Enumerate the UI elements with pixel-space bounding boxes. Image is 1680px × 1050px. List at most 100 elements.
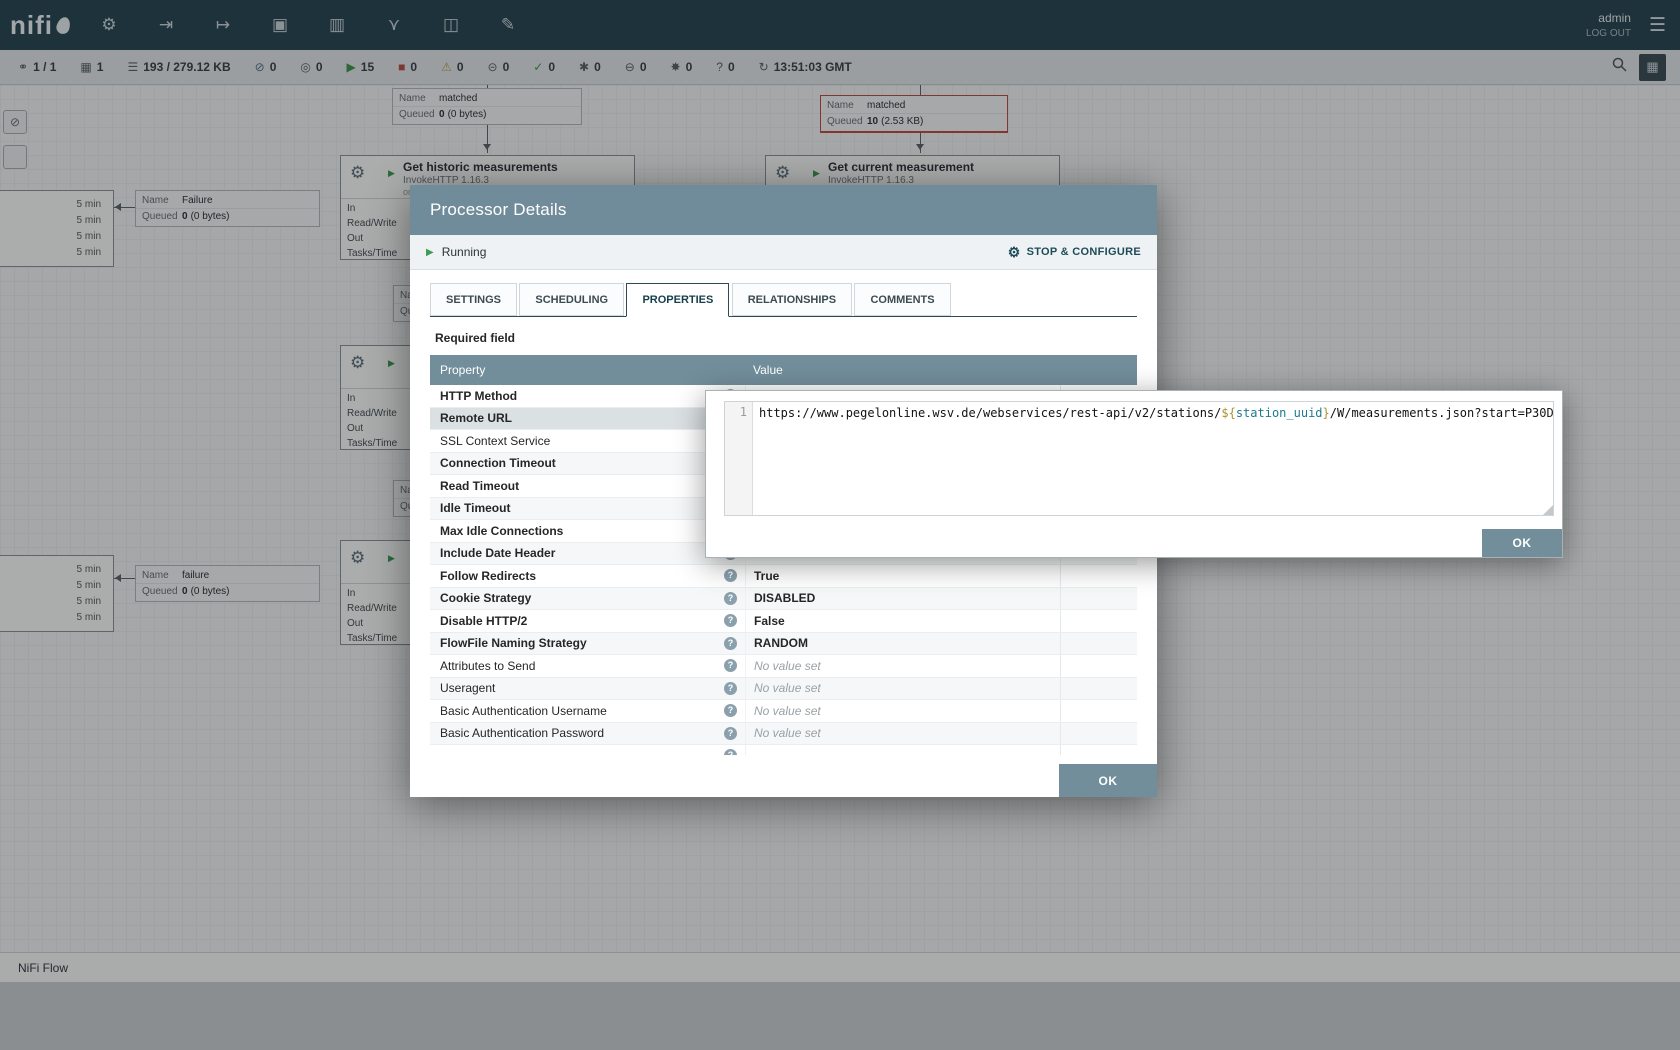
el-open-bracket: ${	[1221, 406, 1235, 420]
property-name: Remote URL	[440, 411, 512, 425]
editor-ok-button[interactable]: OK	[1482, 529, 1562, 557]
property-value-cell[interactable]: No value set	[745, 655, 1060, 677]
help-icon[interactable]: ?	[724, 727, 737, 740]
help-icon[interactable]: ?	[724, 637, 737, 650]
property-row-cookie-strategy: Cookie Strategy? DISABLED	[430, 588, 1137, 611]
url-text: https://www.pegelonline.wsv.de/webservic…	[759, 406, 1221, 420]
row-spacer	[1060, 588, 1137, 610]
dialog-status-row: ▶ Running ⚙ STOP & CONFIGURE	[410, 235, 1157, 270]
required-field-note: Required field	[435, 331, 1157, 345]
row-spacer	[1060, 565, 1137, 587]
property-row-useragent: Useragent? No value set	[430, 678, 1137, 701]
property-value: True	[754, 569, 779, 583]
row-spacer	[1060, 610, 1137, 632]
property-value-cell[interactable]	[745, 745, 1060, 755]
property-name: Max Idle Connections	[440, 524, 563, 538]
dialog-title: Processor Details	[410, 185, 1157, 235]
help-icon[interactable]: ?	[724, 749, 737, 755]
property-name: Read Timeout	[440, 479, 519, 493]
property-name-cell: Follow Redirects?	[430, 565, 745, 587]
property-value-cell[interactable]: False	[745, 610, 1060, 632]
property-value-cell[interactable]: True	[745, 565, 1060, 587]
property-name: SSL Context Service	[440, 434, 550, 448]
stop-and-configure-button[interactable]: ⚙ STOP & CONFIGURE	[1008, 244, 1141, 261]
property-name-cell: FlowFile Naming Strategy?	[430, 633, 745, 655]
property-value: No value set	[754, 726, 821, 740]
el-close-bracket: }	[1323, 406, 1330, 420]
property-name: Useragent	[440, 681, 495, 695]
dialog-ok-button[interactable]: OK	[1059, 764, 1157, 797]
row-spacer	[1060, 745, 1137, 755]
property-name-cell: Include Date Header?	[430, 543, 745, 565]
property-row-disable-http2: Disable HTTP/2? False	[430, 610, 1137, 633]
property-name: FlowFile Naming Strategy	[440, 636, 587, 650]
property-name: Connection Timeout	[440, 456, 556, 470]
property-name: Basic Authentication Password	[440, 726, 604, 740]
property-name: Basic Authentication Username	[440, 704, 607, 718]
property-name-cell: HTTP Method?	[430, 385, 745, 407]
url-text: /W/measurements.json?start=P30D	[1330, 406, 1553, 420]
code-editor[interactable]: 1 https://www.pegelonline.wsv.de/webserv…	[724, 401, 1554, 516]
property-name-cell: Remote URL?	[430, 408, 745, 430]
value-column-header: Value	[745, 363, 783, 377]
property-name: Disable HTTP/2	[440, 614, 527, 628]
property-row-follow-redirects: Follow Redirects? True	[430, 565, 1137, 588]
property-row-flowfile-naming-strategy: FlowFile Naming Strategy? RANDOM	[430, 633, 1137, 656]
property-value-cell[interactable]: DISABLED	[745, 588, 1060, 610]
row-spacer	[1060, 678, 1137, 700]
tab-settings[interactable]: SETTINGS	[430, 283, 517, 316]
property-name: HTTP Method	[440, 389, 517, 403]
property-value-cell[interactable]: RANDOM	[745, 633, 1060, 655]
property-name-cell: SSL Context Service?	[430, 430, 745, 452]
property-value: No value set	[754, 704, 821, 718]
property-name-cell: Useragent?	[430, 678, 745, 700]
property-name-cell: Max Idle Connections?	[430, 520, 745, 542]
tab-scheduling[interactable]: SCHEDULING	[519, 283, 624, 316]
property-name-cell: Connection Timeout?	[430, 453, 745, 475]
property-name-cell: Attributes to Send?	[430, 655, 745, 677]
property-name: Include Date Header	[440, 546, 555, 560]
property-row-attributes-to-send: Attributes to Send? No value set	[430, 655, 1137, 678]
property-value: DISABLED	[754, 591, 815, 605]
property-column-header: Property	[430, 363, 745, 377]
property-name-cell: Cookie Strategy?	[430, 588, 745, 610]
property-row-basic-auth-password: Basic Authentication Password? No value …	[430, 723, 1137, 746]
property-name-cell: ?	[430, 745, 745, 755]
property-name: Attributes to Send	[440, 659, 535, 673]
tab-comments[interactable]: COMMENTS	[854, 283, 950, 316]
property-name-cell: Basic Authentication Username?	[430, 700, 745, 722]
line-number-gutter: 1	[725, 402, 753, 515]
help-icon[interactable]: ?	[724, 592, 737, 605]
dialog-tabs: SETTINGS SCHEDULING PROPERTIES RELATIONS…	[430, 283, 1137, 318]
help-icon[interactable]: ?	[724, 704, 737, 717]
help-icon[interactable]: ?	[724, 569, 737, 582]
run-status-text: Running	[442, 245, 487, 259]
property-value: RANDOM	[754, 636, 808, 650]
help-icon[interactable]: ?	[724, 659, 737, 672]
tab-properties[interactable]: PROPERTIES	[626, 283, 729, 317]
property-value-cell[interactable]: No value set	[745, 678, 1060, 700]
property-value: False	[754, 614, 785, 628]
property-value: No value set	[754, 659, 821, 673]
help-icon[interactable]: ?	[724, 682, 737, 695]
property-name-cell: Idle Timeout?	[430, 498, 745, 520]
value-editor-input[interactable]: https://www.pegelonline.wsv.de/webservic…	[753, 402, 1553, 515]
row-spacer	[1060, 700, 1137, 722]
property-name: Follow Redirects	[440, 569, 536, 583]
property-name: Cookie Strategy	[440, 591, 531, 605]
tab-relationships[interactable]: RELATIONSHIPS	[732, 283, 852, 316]
property-value-cell[interactable]: No value set	[745, 700, 1060, 722]
stop-configure-icon: ⚙	[1008, 244, 1021, 261]
stop-configure-label: STOP & CONFIGURE	[1027, 246, 1141, 258]
row-spacer	[1060, 633, 1137, 655]
row-spacer	[1060, 723, 1137, 745]
property-name-cell: Disable HTTP/2?	[430, 610, 745, 632]
properties-table-header: Property Value	[430, 355, 1137, 385]
help-icon[interactable]: ?	[724, 614, 737, 627]
nifi-app: nifi ⚙ ⇥ ↦ ▣ ▥ ⋎ ◫ ✎ admin LOG OUT ☰ ⚭1 …	[0, 0, 1680, 1050]
property-value-cell[interactable]: No value set	[745, 723, 1060, 745]
resize-handle-icon[interactable]	[1543, 505, 1553, 515]
line-number: 1	[740, 405, 747, 419]
property-name: Idle Timeout	[440, 501, 510, 515]
remote-url-value-editor: 1 https://www.pegelonline.wsv.de/webserv…	[705, 390, 1563, 558]
